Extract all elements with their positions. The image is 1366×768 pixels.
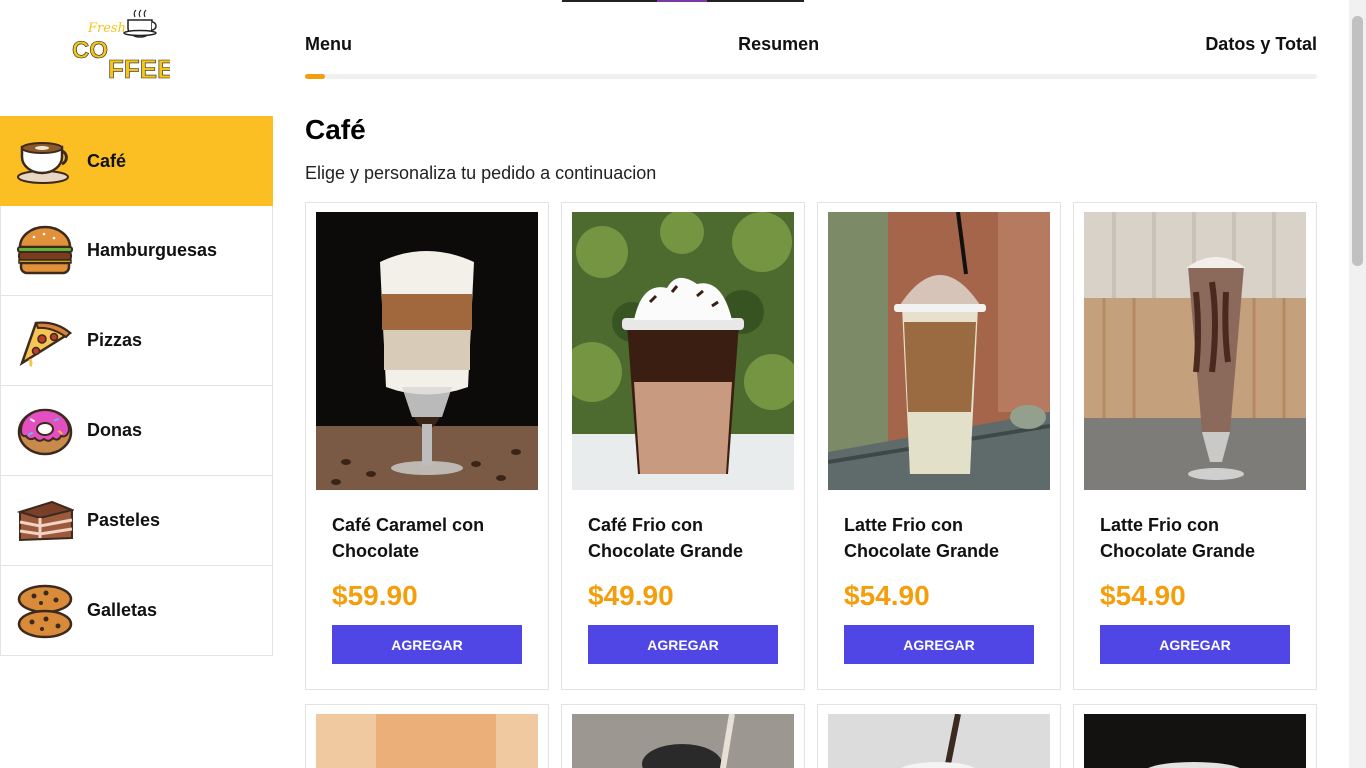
add-to-cart-button[interactable]: AGREGAR [1100, 625, 1290, 664]
product-image[interactable] [316, 714, 538, 768]
product-card [561, 704, 805, 768]
sidebar: Fresh CO FFEE Café Hamburguesas Pizzas D… [0, 0, 273, 768]
page-title: Café [305, 114, 366, 145]
category-label: Café [87, 150, 127, 171]
add-to-cart-button[interactable]: AGREGAR [588, 625, 778, 664]
product-name: Café Caramel con Chocolate [332, 515, 485, 561]
product-card: Café Caramel con Chocolate $59.90 AGREGA… [305, 202, 549, 690]
category-cafe[interactable]: Café [0, 116, 273, 206]
product-price: $49.90 [588, 580, 674, 611]
category-label: Galletas [87, 600, 158, 620]
step-datos-total[interactable]: Datos y Total [1205, 34, 1317, 58]
product-image[interactable] [1084, 212, 1306, 490]
product-name: Latte Frio con Chocolate Grande [1100, 515, 1256, 561]
main-content: Menu Resumen Datos y Total Café Elige y … [305, 0, 1317, 768]
product-card: Latte Frio con Chocolate Grande $54.90 A… [1073, 202, 1317, 690]
page-scrollbar[interactable] [1349, 0, 1366, 768]
product-price: $54.90 [1100, 580, 1186, 611]
step-menu[interactable]: Menu [305, 34, 352, 58]
category-label: Pasteles [87, 510, 161, 530]
progress-bar [305, 74, 1317, 79]
category-label: Hamburguesas [87, 240, 218, 260]
logo-small-text: Fresh [87, 21, 126, 36]
add-to-cart-button[interactable]: AGREGAR [844, 625, 1034, 664]
coffee-cup-icon [15, 131, 75, 191]
pizza-slice-icon [15, 311, 75, 371]
product-card [305, 704, 549, 768]
burger-icon [15, 221, 75, 281]
step-resumen[interactable]: Resumen [738, 34, 819, 58]
checkout-steps: Menu Resumen Datos y Total [305, 34, 1317, 58]
product-image[interactable] [572, 714, 794, 768]
product-image[interactable] [316, 212, 538, 490]
product-image[interactable] [828, 714, 1050, 768]
product-card: Café Frio con Chocolate Grande $49.90 AG… [561, 202, 805, 690]
page-subtitle: Elige y personaliza tu pedido a continua… [305, 163, 657, 183]
cookies-icon [15, 581, 75, 641]
svg-text:FFEE: FFEE [108, 54, 170, 84]
product-image[interactable] [572, 212, 794, 490]
category-pizzas[interactable]: Pizzas [0, 296, 273, 386]
category-galletas[interactable]: Galletas [0, 566, 273, 656]
product-name: Café Frio con Chocolate Grande [588, 515, 744, 561]
category-label: Pizzas [87, 330, 143, 350]
scrollbar-thumb[interactable] [1352, 16, 1363, 266]
category-pasteles[interactable]: Pasteles [0, 476, 273, 566]
add-to-cart-button[interactable]: AGREGAR [332, 625, 522, 664]
category-hamburguesas[interactable]: Hamburguesas [0, 206, 273, 296]
svg-text:CO: CO [72, 37, 108, 64]
product-card: Latte Frio con Chocolate Grande $54.90 A… [817, 202, 1061, 690]
category-label: Donas [87, 420, 143, 440]
brand-logo[interactable]: Fresh CO FFEE [70, 6, 175, 86]
coffee-logo-icon: Fresh CO FFEE [72, 9, 175, 84]
product-card [1073, 704, 1317, 768]
product-grid: Café Caramel con Chocolate $59.90 AGREGA… [305, 202, 1317, 768]
product-image[interactable] [1084, 714, 1306, 768]
category-donas[interactable]: Donas [0, 386, 273, 476]
progress-bar-fill [305, 74, 326, 79]
cake-slice-icon [15, 491, 75, 551]
product-price: $59.90 [332, 580, 418, 611]
product-price: $54.90 [844, 580, 930, 611]
product-card [817, 704, 1061, 768]
donut-icon [15, 401, 75, 461]
product-name: Latte Frio con Chocolate Grande [844, 515, 1000, 561]
category-list: Café Hamburguesas Pizzas Donas Pasteles … [0, 116, 273, 656]
product-image[interactable] [828, 212, 1050, 490]
